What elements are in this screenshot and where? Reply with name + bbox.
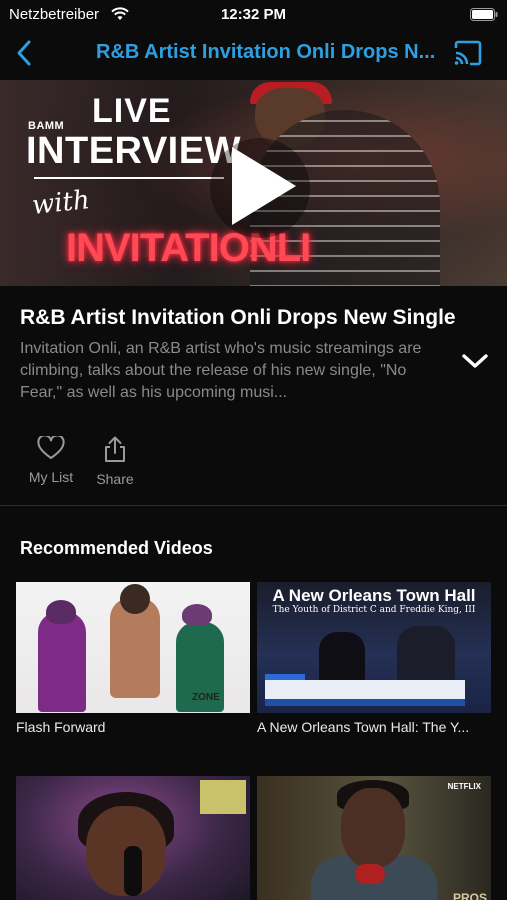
thumbnail-figure <box>38 612 86 712</box>
battery-icon <box>470 8 498 21</box>
recommended-section-title: Recommended Videos <box>20 538 213 558</box>
thumbnail-subtitle: The Youth of District C and Freddie King… <box>272 605 476 615</box>
thumbnail-poster <box>200 780 246 814</box>
share-label: Share <box>96 471 134 487</box>
back-button[interactable] <box>12 38 38 68</box>
video-player[interactable]: LIVE BAMM INTERVIEW with INVITATIONLI <box>0 80 507 286</box>
thumbnail-face <box>341 788 405 868</box>
video-description: Invitation Onli, an R&B artist who's mus… <box>20 340 422 401</box>
thumbnail-corner-text: PROS <box>452 891 487 900</box>
play-icon[interactable] <box>226 143 300 229</box>
video-card-label: A New Orleans Town Hall: The Y... <box>257 719 470 735</box>
my-list-button[interactable]: My List <box>22 434 80 485</box>
recommended-video-card[interactable]: A New Orleans Town Hall The Youth of Dis… <box>257 582 491 735</box>
microphone-icon <box>124 846 142 896</box>
status-bar: Netzbetreiber 12:32 PM <box>0 0 507 28</box>
cast-button[interactable] <box>453 40 483 66</box>
hero-divider <box>34 177 224 179</box>
video-title: R&B Artist Invitation Onli Drops New Sin… <box>20 306 456 329</box>
recommended-video-card[interactable]: ZONE Flash Forward <box>16 582 250 735</box>
thumbnail-figure-head <box>46 600 76 624</box>
thumbnail-title: A New Orleans Town Hall <box>272 586 476 605</box>
video-thumbnail: NETFLIX PROS <box>257 776 491 900</box>
netflix-logo: NETFLIX <box>447 782 481 791</box>
share-icon <box>105 436 125 462</box>
page-title: R&B Artist Invitation Onli Drops N... <box>96 41 436 63</box>
headphones-icon <box>355 864 385 884</box>
video-card-label: Flash Forward <box>16 719 106 735</box>
chevron-left-icon <box>17 40 31 66</box>
recommended-video-card[interactable]: NETFLIX PROS <box>257 776 491 900</box>
nav-bar: R&B Artist Invitation Onli Drops N... <box>0 28 507 78</box>
thumbnail-figure-head <box>120 584 150 614</box>
share-button[interactable]: Share <box>90 436 140 487</box>
recommended-video-card[interactable] <box>16 776 250 900</box>
cast-icon <box>454 40 482 66</box>
status-time: 12:32 PM <box>220 6 287 23</box>
hero-live-text: LIVE <box>92 92 172 130</box>
heart-icon <box>37 434 65 459</box>
chevron-down-icon <box>462 354 488 368</box>
my-list-label: My List <box>28 469 74 485</box>
hero-interview-text: INTERVIEW <box>26 130 241 172</box>
video-thumbnail <box>16 776 250 900</box>
video-thumbnail: A New Orleans Town Hall The Youth of Dis… <box>257 582 491 713</box>
hero-with-text: with <box>30 185 92 221</box>
expand-description-button[interactable] <box>460 350 490 372</box>
zone-logo: ZONE <box>192 692 220 703</box>
section-divider <box>0 505 507 506</box>
video-thumbnail: ZONE <box>16 582 250 713</box>
thumbnail-figure-head <box>182 604 212 626</box>
lower-third-strip <box>265 699 465 706</box>
